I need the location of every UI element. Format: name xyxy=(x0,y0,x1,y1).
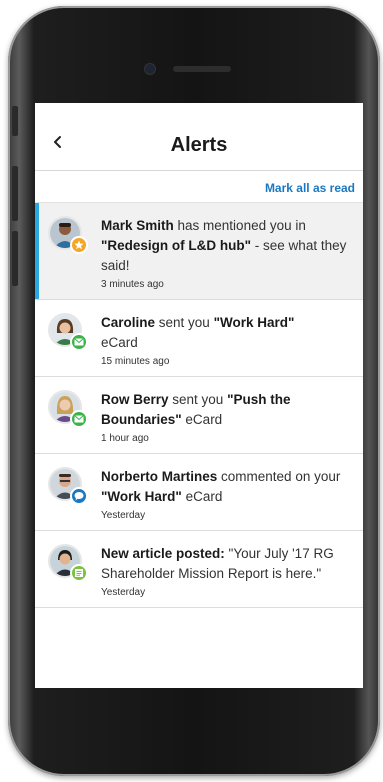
header: Alerts xyxy=(35,103,363,171)
speech-bubble-icon xyxy=(70,487,88,505)
alert-message: sent you xyxy=(168,392,228,407)
alert-message: commented on your xyxy=(217,469,341,484)
alert-message: sent you xyxy=(155,315,214,330)
app-screen: Alerts Mark all as read Mark Smith has m… xyxy=(35,103,363,688)
alert-message-end: eCard xyxy=(181,412,223,427)
alert-message-end: eCard xyxy=(101,335,138,350)
volume-down-button xyxy=(12,231,18,286)
mark-all-read-link[interactable]: Mark all as read xyxy=(265,181,355,195)
mute-switch xyxy=(12,106,18,136)
alert-item[interactable]: New article posted: "Your July '17 RG Sh… xyxy=(35,531,363,608)
star-icon xyxy=(70,236,88,254)
alert-timestamp: 15 minutes ago xyxy=(101,356,170,367)
envelope-icon xyxy=(70,410,88,428)
alert-sender: Mark Smith xyxy=(101,218,174,233)
alert-timestamp: 3 minutes ago xyxy=(101,279,164,290)
alert-sender: Norberto Martines xyxy=(101,469,218,484)
alert-sender: Row Berry xyxy=(101,392,169,407)
alert-highlight: "Redesign of L&D hub" xyxy=(101,238,252,253)
alert-text: Norberto Martines commented on your "Wor… xyxy=(101,467,353,507)
alert-item[interactable]: Mark Smith has mentioned you in "Redesig… xyxy=(35,203,363,300)
alert-timestamp: Yesterday xyxy=(101,510,146,521)
alert-item[interactable]: Norberto Martines commented on your "Wor… xyxy=(35,454,363,531)
alert-sender: New article posted: xyxy=(101,546,225,561)
volume-up-button xyxy=(12,166,18,221)
actions-bar: Mark all as read xyxy=(35,171,363,203)
alert-item[interactable]: Caroline sent you "Work Hard" eCard 15 m… xyxy=(35,300,363,377)
earpiece-speaker xyxy=(173,66,231,72)
alert-text: Row Berry sent you "Push the Boundaries"… xyxy=(101,390,353,430)
alert-text: New article posted: "Your July '17 RG Sh… xyxy=(101,544,353,584)
alert-timestamp: 1 hour ago xyxy=(101,433,149,444)
front-camera xyxy=(145,64,155,74)
alert-highlight: "Work Hard" xyxy=(101,489,182,504)
envelope-icon xyxy=(70,333,88,351)
alert-text: Mark Smith has mentioned you in "Redesig… xyxy=(101,216,353,276)
alert-text: Caroline sent you "Work Hard" eCard xyxy=(101,313,353,353)
alert-highlight: "Work Hard" xyxy=(213,315,295,330)
article-icon xyxy=(70,564,88,582)
alert-item[interactable]: Row Berry sent you "Push the Boundaries"… xyxy=(35,377,363,454)
alert-message-end: eCard xyxy=(181,489,223,504)
alert-sender: Caroline xyxy=(101,315,156,330)
alert-message: has mentioned you in xyxy=(173,218,306,233)
page-title: Alerts xyxy=(170,134,228,156)
alert-timestamp: Yesterday xyxy=(101,587,146,598)
